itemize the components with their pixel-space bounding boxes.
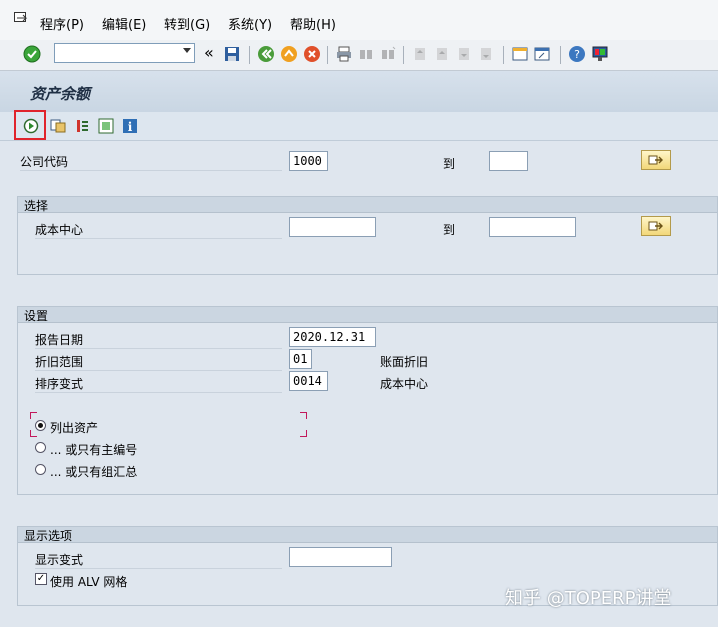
- print-icon[interactable]: [334, 44, 354, 64]
- chevron-left-double-icon[interactable]: «: [204, 43, 214, 62]
- cost-center-from-input[interactable]: [289, 217, 376, 237]
- focus-bracket: [30, 412, 37, 419]
- display-options-group-title: 显示选项: [24, 529, 73, 543]
- cost-center-to-label: 到: [443, 223, 456, 237]
- radio-main-numbers-only[interactable]: [35, 442, 46, 453]
- watermark-text: 知乎 @TOPERP讲堂: [505, 588, 672, 609]
- radio-list-assets[interactable]: [35, 420, 46, 431]
- multiple-selection-arrow-icon: [648, 155, 663, 165]
- get-variant-icon[interactable]: [48, 116, 68, 136]
- radio-group-totals-only-label[interactable]: ... 或只有组汇总: [50, 463, 137, 480]
- multiple-selection-arrow-icon: [648, 221, 663, 231]
- depreciation-area-input[interactable]: 01: [289, 349, 312, 369]
- cancel-icon[interactable]: [302, 44, 322, 64]
- shortcut-icon[interactable]: [532, 44, 552, 64]
- depreciation-area-description: 账面折旧: [380, 355, 429, 369]
- first-page-icon: [410, 44, 430, 64]
- selection-options-icon[interactable]: [72, 116, 92, 136]
- focus-bracket: [30, 430, 37, 437]
- enter-icon[interactable]: [22, 44, 42, 64]
- company-code-multiple-selection-button[interactable]: [641, 150, 671, 170]
- back-icon[interactable]: [256, 44, 276, 64]
- command-field[interactable]: [54, 43, 195, 63]
- help-icon[interactable]: ?: [567, 44, 587, 64]
- depreciation-area-label: 折旧范围: [35, 353, 282, 371]
- application-toolbar: i: [0, 112, 718, 141]
- system-menu-icon[interactable]: [14, 12, 28, 24]
- save-icon[interactable]: [222, 44, 242, 64]
- focus-bracket: [300, 412, 307, 419]
- menu-edit[interactable]: 编辑(E): [102, 14, 146, 33]
- svg-text:?: ?: [574, 48, 580, 61]
- dropdown-arrow-icon[interactable]: [183, 48, 191, 53]
- next-page-icon: [454, 44, 474, 64]
- menu-system[interactable]: 系统(Y): [228, 14, 272, 33]
- use-alv-grid-checkbox[interactable]: ✓: [35, 573, 47, 585]
- display-variant-input[interactable]: [289, 547, 392, 567]
- selection-group-title: 选择: [24, 199, 49, 213]
- title-bar: 资产余额: [0, 71, 718, 113]
- radio-group-totals-only[interactable]: [35, 464, 46, 475]
- menu-help[interactable]: 帮助(H): [290, 14, 336, 33]
- report-date-input[interactable]: 2020.12.31: [289, 327, 376, 347]
- sort-variant-input[interactable]: 0014: [289, 371, 328, 391]
- new-session-icon[interactable]: [510, 44, 530, 64]
- standard-toolbar: « ?: [0, 40, 718, 71]
- cost-center-label: 成本中心: [35, 221, 282, 239]
- find-next-icon: [378, 44, 398, 64]
- execute-highlight-box: [14, 110, 46, 140]
- page-title: 资产余额: [30, 85, 91, 103]
- dynamic-selections-icon[interactable]: [96, 116, 116, 136]
- menu-bar: 程序(P) 编辑(E) 转到(G) 系统(Y) 帮助(H): [0, 0, 718, 41]
- svg-text:i: i: [128, 120, 133, 134]
- use-alv-grid-label[interactable]: 使用 ALV 网格: [50, 573, 127, 590]
- company-code-label: 公司代码: [20, 153, 282, 171]
- display-variant-label: 显示变式: [35, 551, 282, 569]
- report-date-label: 报告日期: [35, 331, 282, 349]
- customize-layout-icon[interactable]: [590, 44, 610, 64]
- focus-bracket: [300, 430, 307, 437]
- radio-list-assets-label[interactable]: 列出资产: [50, 419, 98, 436]
- settings-group-title: 设置: [24, 309, 49, 323]
- company-code-to-input[interactable]: [489, 151, 528, 171]
- company-code-from-input[interactable]: 1000: [289, 151, 328, 171]
- sort-variant-label: 排序变式: [35, 375, 282, 393]
- cost-center-to-input[interactable]: [489, 217, 576, 237]
- exit-icon[interactable]: [279, 44, 299, 64]
- radio-main-numbers-only-label[interactable]: ... 或只有主编号: [50, 441, 137, 458]
- radio-selected-dot: [38, 423, 43, 428]
- find-icon: [356, 44, 376, 64]
- info-icon[interactable]: i: [120, 116, 140, 136]
- menu-program[interactable]: 程序(P): [40, 14, 84, 33]
- company-code-to-label: 到: [443, 157, 456, 171]
- sort-variant-description: 成本中心: [380, 377, 429, 391]
- cost-center-multiple-selection-button[interactable]: [641, 216, 671, 236]
- previous-page-icon: [432, 44, 452, 64]
- menu-goto[interactable]: 转到(G): [164, 14, 210, 33]
- last-page-icon: [476, 44, 496, 64]
